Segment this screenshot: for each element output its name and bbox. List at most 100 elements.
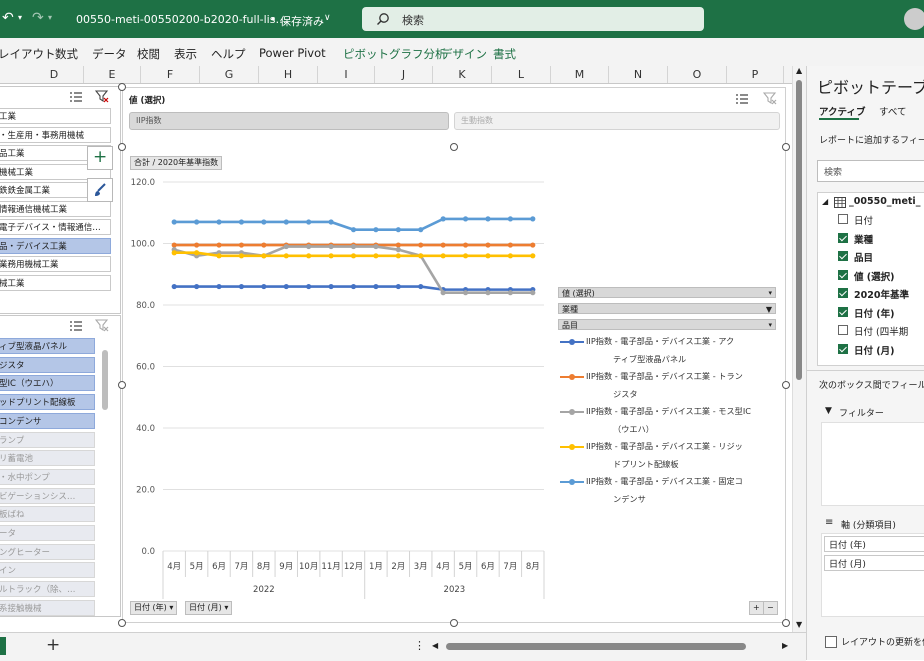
resize-handle[interactable] — [118, 143, 126, 151]
tab-review[interactable]: 校閲 — [137, 46, 160, 62]
scroll-right-icon[interactable]: ▶ — [782, 641, 788, 650]
slicer-item[interactable]: ィブ型液晶パネル ジスタ型IC（ウエハ） ッドプリント配線板 コンデンサランプリ蓄電池… — [0, 315, 121, 617]
axis-field-month[interactable]: 日付 (月) — [824, 555, 924, 571]
clear-filter-icon[interactable] — [763, 92, 777, 105]
field-search-input[interactable]: 検索 — [817, 160, 924, 182]
multi-select-icon[interactable] — [69, 91, 83, 103]
column-header[interactable]: O — [668, 66, 727, 83]
field-item[interactable]: 日付 (月) — [838, 343, 895, 357]
clear-filter-icon[interactable] — [95, 319, 109, 332]
slicer-item-button[interactable]: ・生産用・事務用機械 — [0, 126, 111, 143]
slicer-item-button[interactable]: ジスタ — [0, 356, 95, 373]
slicer-item-button[interactable]: イン — [0, 562, 95, 579]
legend-values-button[interactable]: 値 (選択) ▾ — [558, 287, 776, 298]
horizontal-scrollbar-thumb[interactable] — [446, 643, 746, 650]
add-sheet-icon[interactable]: + — [46, 635, 60, 655]
field-item[interactable]: 日付 (年) — [838, 306, 895, 320]
column-header[interactable]: G — [200, 66, 259, 83]
slicer-item-button[interactable]: ータ — [0, 525, 95, 541]
column-header[interactable]: N — [609, 66, 668, 83]
slicer-item-button[interactable]: 型IC（ウエハ） — [0, 375, 95, 392]
tab-active-fields[interactable]: アクティブ — [819, 104, 865, 118]
slicer-item-button[interactable]: ランプ — [0, 431, 95, 448]
slicer-item-button[interactable]: 品・デバイス工業 — [0, 237, 111, 254]
axis-month-button[interactable]: 日付 (月) ▾ — [185, 601, 233, 615]
field-item[interactable]: 日付 — [838, 213, 873, 227]
axis-area[interactable]: 日付 (年) 日付 (月) — [821, 533, 924, 617]
field-item[interactable]: 2020年基準 — [838, 287, 909, 301]
scroll-up-icon[interactable]: ▲ — [796, 66, 802, 75]
undo-icon[interactable]: ↶ — [2, 10, 14, 26]
checkbox-icon[interactable] — [838, 325, 848, 335]
column-header[interactable]: F — [141, 66, 200, 83]
checkbox-checked-icon[interactable] — [838, 251, 848, 261]
scrollbar-thumb[interactable] — [796, 80, 802, 380]
axis-year-button[interactable]: 日付 (年) ▾ — [130, 601, 178, 615]
checkbox-checked-icon[interactable] — [838, 232, 848, 243]
slicer-item-button[interactable]: リ蓄電池 — [0, 450, 95, 467]
save-status-chevron-icon[interactable]: ∨ — [324, 13, 331, 23]
filter-area[interactable] — [821, 422, 924, 506]
tab-view[interactable]: 表示 — [174, 46, 197, 62]
scroll-down-icon[interactable]: ▼ — [796, 620, 802, 629]
tab-format[interactable]: 書式 — [493, 46, 516, 62]
clear-filter-icon[interactable] — [95, 90, 109, 103]
slicer-item-button[interactable]: ルトラック（除、… — [0, 581, 95, 598]
column-header[interactable]: L — [492, 66, 551, 83]
resize-handle[interactable] — [782, 143, 790, 151]
defer-update-checkbox[interactable] — [825, 636, 837, 648]
column-header[interactable]: K — [433, 66, 492, 83]
column-header[interactable]: D — [25, 66, 84, 83]
slicer-item-button[interactable]: コンデンサ — [0, 412, 95, 429]
tab-help[interactable]: ヘルプ — [211, 46, 246, 62]
slicer-item-button[interactable]: 系接触機械 — [0, 599, 95, 616]
tab-all-fields[interactable]: すべて — [879, 104, 906, 118]
slicer-item-button[interactable]: 情報通信機械工業 — [0, 200, 111, 217]
slicer-item-button[interactable]: 械工業 — [0, 274, 111, 291]
column-header[interactable]: H — [259, 66, 318, 83]
expand-field-button[interactable]: + — [749, 601, 764, 615]
resize-handle[interactable] — [450, 143, 458, 151]
file-name[interactable]: 00550-meti-00550200-b2020-full-lis… — [76, 13, 286, 26]
slicer-item-button[interactable]: ングヒーター — [0, 543, 95, 560]
slicer-item-button[interactable]: ビゲーションシス… — [0, 487, 95, 504]
undo-dropdown-icon[interactable]: ▾ — [18, 13, 22, 22]
checkbox-checked-icon[interactable] — [838, 269, 848, 280]
checkbox-checked-icon[interactable] — [838, 306, 848, 317]
axis-field-year[interactable]: 日付 (年) — [824, 536, 924, 552]
redo-dropdown-icon[interactable]: ▾ — [48, 13, 52, 22]
checkbox-checked-icon[interactable] — [838, 288, 848, 298]
chart-elements-button[interactable]: + — [87, 146, 113, 170]
column-header[interactable]: I — [318, 66, 375, 83]
save-status[interactable]: 保存済み — [280, 13, 324, 29]
multi-select-icon[interactable] — [735, 93, 749, 105]
collapse-field-button[interactable]: − — [763, 601, 778, 615]
column-header[interactable]: E — [84, 66, 141, 83]
scroll-left-icon[interactable]: ◀ — [432, 641, 438, 650]
slicer-item-button[interactable]: ィブ型液晶パネル — [0, 338, 95, 354]
column-header[interactable]: P — [727, 66, 784, 83]
slicer-scrollbar[interactable] — [102, 350, 108, 410]
search-box[interactable]: 検索 — [362, 7, 704, 31]
slicer-item-button[interactable]: 工業 — [0, 108, 111, 124]
multi-select-icon[interactable] — [69, 320, 83, 332]
column-header[interactable]: M — [551, 66, 609, 83]
tab-pivotchart-analyze[interactable]: ピボットグラフ分析 — [343, 46, 447, 62]
slicer-item-button[interactable]: 電子デバイス・情報通信… — [0, 219, 111, 235]
slicer-item-button[interactable]: ッドプリント配線板 — [0, 394, 95, 411]
field-item[interactable]: 業種 — [838, 232, 873, 246]
field-item[interactable]: 値 (選択) — [838, 269, 895, 283]
tab-data[interactable]: データ — [92, 46, 127, 62]
column-header[interactable]: J — [375, 66, 433, 83]
resize-handle[interactable] — [118, 381, 126, 389]
redo-icon[interactable]: ↷ — [32, 10, 44, 26]
checkbox-checked-icon[interactable] — [838, 343, 848, 354]
resize-handle[interactable] — [782, 381, 790, 389]
field-item[interactable]: 日付 (四半期 — [838, 324, 908, 338]
more-options-icon[interactable]: ⋮ — [414, 639, 425, 652]
resize-handle[interactable] — [782, 619, 790, 627]
slicer-item-button[interactable]: 業務用機械工業 — [0, 256, 111, 272]
slicer-item-button[interactable]: 板ばね — [0, 506, 95, 523]
tab-layout[interactable]: レイアウト — [0, 46, 56, 62]
tab-design[interactable]: デザイン — [441, 46, 487, 62]
